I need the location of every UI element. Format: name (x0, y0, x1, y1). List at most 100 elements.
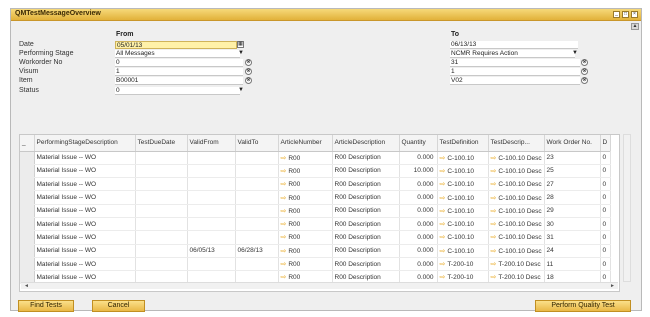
find-tests-button[interactable]: Find Tests (18, 300, 74, 312)
table-cell[interactable] (235, 164, 279, 179)
minimize-icon[interactable]: _ (613, 11, 620, 18)
table-cell[interactable] (187, 204, 236, 218)
table-cell[interactable]: 28 (544, 190, 601, 205)
table-cell[interactable] (235, 151, 279, 165)
table-cell[interactable] (187, 257, 236, 272)
table-cell[interactable]: 06/05/13 (187, 244, 236, 258)
status-select[interactable]: 0 (115, 87, 240, 95)
table-cell[interactable]: 0 (600, 257, 611, 272)
table-row[interactable]: Material Issue -- WO ⇨ R00 R00 Description… (20, 217, 611, 232)
column-header[interactable]: ArticleNumber (278, 135, 333, 152)
table-cell[interactable]: 0.000 (399, 217, 438, 232)
table-cell[interactable] (135, 230, 188, 245)
table-cell[interactable]: ⇨ C-100.10 (437, 164, 489, 179)
table-cell[interactable]: ⇨ C-100.10 (437, 151, 489, 165)
chevron-down-icon[interactable]: ▼ (238, 87, 244, 93)
table-cell[interactable]: 0 (600, 151, 611, 165)
table-row[interactable]: Material Issue -- WO 06/05/13 06/28/13 ⇨ R0… (20, 244, 611, 258)
table-cell[interactable] (135, 244, 188, 258)
table-cell[interactable]: R00 Description (332, 204, 400, 218)
table-cell[interactable] (135, 190, 188, 205)
row-header[interactable] (20, 204, 35, 218)
table-cell[interactable]: 0 (600, 177, 611, 192)
scroll-up-icon[interactable]: ▲ (631, 23, 639, 30)
table-cell[interactable]: 0.000 (399, 244, 438, 258)
lookup-icon[interactable]: ⊗ (245, 59, 252, 66)
table-cell[interactable]: 27 (544, 177, 601, 192)
calendar-icon[interactable]: ▦ (237, 41, 244, 48)
date-from-field[interactable]: 05/01/13 (115, 41, 237, 49)
table-cell[interactable]: R00 Description (332, 217, 400, 232)
row-header[interactable] (20, 190, 35, 205)
table-cell[interactable] (135, 257, 188, 272)
table-cell[interactable]: ⇨ C-100.10 (437, 217, 489, 232)
table-cell[interactable]: Material Issue -- WO (34, 177, 136, 192)
table-cell[interactable]: 30 (544, 217, 601, 232)
table-cell[interactable]: Material Issue -- WO (34, 190, 136, 205)
table-cell[interactable]: 31 (544, 230, 601, 245)
date-to-field[interactable]: 06/13/13 (450, 41, 578, 49)
test-messages-grid[interactable]: _ PerformingStageDescription TestDueDate… (19, 134, 620, 292)
perform-quality-test-button[interactable]: Perform Quality Test (535, 300, 631, 312)
column-header[interactable]: ValidFrom (187, 135, 236, 152)
table-cell[interactable]: ⇨ R00 (278, 177, 333, 192)
table-cell[interactable] (235, 177, 279, 192)
table-cell[interactable]: R00 Description (332, 177, 400, 192)
table-cell[interactable]: R00 Description (332, 164, 400, 179)
table-cell[interactable]: ⇨ T-200.10 Desc (488, 257, 545, 272)
table-cell[interactable]: 0 (600, 244, 611, 258)
performing-stage-to-select[interactable]: NCMR Requires Action (450, 50, 575, 58)
table-cell[interactable]: R00 Description (332, 151, 400, 165)
table-cell[interactable]: ⇨ C-100.10 (437, 190, 489, 205)
table-cell[interactable]: ⇨ R00 (278, 151, 333, 165)
maximize-icon[interactable]: □ (622, 11, 629, 18)
visum-to-field[interactable]: 1 (450, 68, 580, 76)
table-cell[interactable]: ⇨ R00 (278, 164, 333, 179)
table-cell[interactable]: ⇨ C-100.10 (437, 244, 489, 258)
table-cell[interactable]: ⇨ C-100.10 (437, 177, 489, 192)
table-cell[interactable] (187, 164, 236, 179)
table-cell[interactable]: 0.000 (399, 230, 438, 245)
row-header[interactable] (20, 244, 35, 258)
table-cell[interactable]: ⇨ C-100.10 Desc (488, 151, 545, 165)
table-cell[interactable]: ⇨ C-100.10 Desc (488, 190, 545, 205)
row-header[interactable] (20, 151, 35, 165)
lookup-icon[interactable]: ⊗ (581, 59, 588, 66)
table-cell[interactable] (187, 177, 236, 192)
table-cell[interactable] (135, 217, 188, 232)
column-header[interactable]: TestDefinition (437, 135, 489, 152)
table-cell[interactable]: ⇨ R00 (278, 217, 333, 232)
table-cell[interactable] (235, 257, 279, 272)
close-icon[interactable]: × (631, 11, 638, 18)
table-cell[interactable]: 06/28/13 (235, 244, 279, 258)
table-cell[interactable]: 10.000 (399, 164, 438, 179)
scroll-left-icon[interactable]: ◄ (23, 283, 30, 289)
column-header[interactable]: ValidTo (235, 135, 279, 152)
table-cell[interactable] (187, 230, 236, 245)
table-cell[interactable]: 0 (600, 204, 611, 218)
table-cell[interactable]: Material Issue -- WO (34, 151, 136, 165)
table-row[interactable]: Material Issue -- WO ⇨ R00 R00 Description… (20, 190, 611, 205)
workorder-no-to-field[interactable]: 31 (450, 59, 580, 67)
column-header[interactable]: Work Order No. (544, 135, 601, 152)
table-cell[interactable] (135, 151, 188, 165)
column-header[interactable]: ArticleDescription (332, 135, 400, 152)
table-cell[interactable]: Material Issue -- WO (34, 257, 136, 272)
table-cell[interactable]: ⇨ R00 (278, 190, 333, 205)
table-cell[interactable]: 0.000 (399, 257, 438, 272)
table-row[interactable]: Material Issue -- WO ⇨ R00 R00 Description… (20, 177, 611, 192)
visum-from-field[interactable]: 1 (115, 68, 243, 76)
row-header[interactable] (20, 217, 35, 232)
table-cell[interactable]: 0 (600, 190, 611, 205)
table-cell[interactable] (187, 217, 236, 232)
table-cell[interactable] (235, 230, 279, 245)
table-cell[interactable]: 0.000 (399, 190, 438, 205)
row-header[interactable] (20, 177, 35, 192)
table-cell[interactable] (235, 190, 279, 205)
table-cell[interactable] (187, 151, 236, 165)
chevron-down-icon[interactable]: ▼ (238, 50, 244, 56)
table-cell[interactable]: R00 Description (332, 230, 400, 245)
item-from-field[interactable]: B00001 (115, 77, 243, 85)
table-cell[interactable]: 0 (600, 230, 611, 245)
table-cell[interactable]: ⇨ R00 (278, 257, 333, 272)
